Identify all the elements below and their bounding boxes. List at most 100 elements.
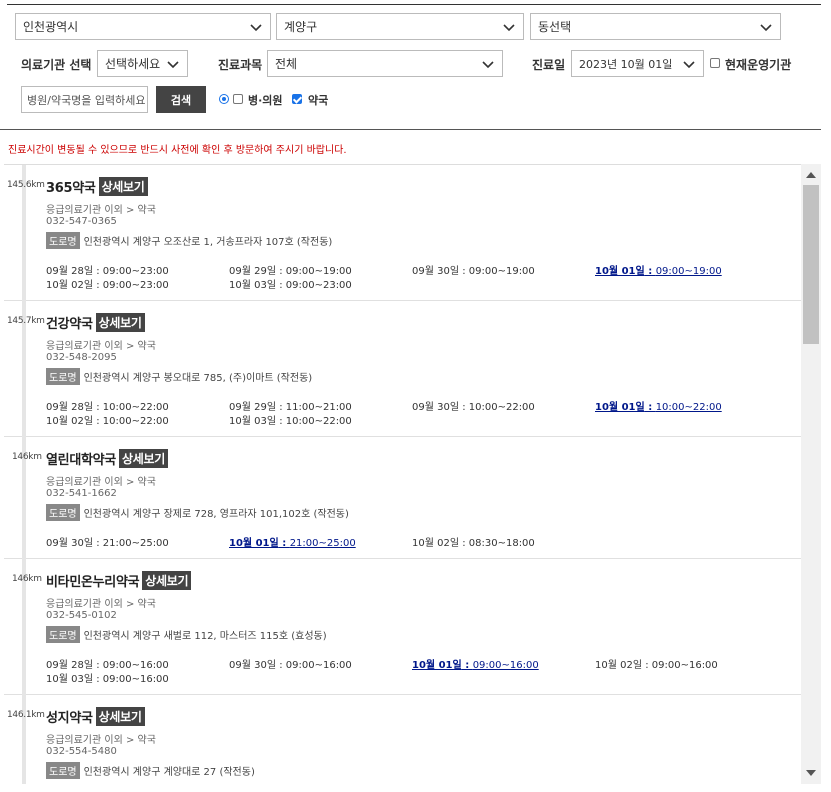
search-placeholder: 병원/약국명을 입력하세요 (27, 93, 146, 107)
detail-button[interactable]: 상세보기 (95, 313, 145, 332)
chevron-down-icon (249, 20, 263, 34)
item-title: 열린대학약국 상세보기 (46, 449, 168, 468)
dept-select[interactable]: 전체 (267, 50, 503, 77)
chevron-down-icon (759, 20, 773, 34)
address: 도로명 인천광역시 계양구 장제로 728, 영프라자 101,102호 (작전… (46, 504, 349, 521)
address-text: 인천광역시 계양구 봉오대로 785, (주)이마트 (작전동) (83, 373, 313, 384)
institution-select-value: 선택하세요 (105, 57, 161, 71)
district-select[interactable]: 계양구 (276, 13, 524, 40)
address-text: 인천광역시 계양구 계양대로 27 (작전동) (83, 767, 255, 778)
detail-button[interactable]: 상세보기 (118, 449, 168, 468)
category: 응급의료기관 이외 > 약국 (46, 477, 156, 488)
hours-entry: 10월 03일 : 10:00~22:00 (229, 416, 352, 427)
road-badge: 도로명 (46, 368, 80, 385)
dept-select-value: 전체 (275, 57, 298, 71)
hours-entry: 10월 02일 : 09:00~16:00 (595, 660, 718, 671)
road-badge: 도로명 (46, 504, 80, 521)
phone: 032-541-1662 (46, 488, 117, 499)
date-select-value: 2023년 10월 01일 (579, 57, 673, 71)
hours-entry-today[interactable]: 10월 01일 : 09:00~19:00 (595, 262, 722, 277)
search-input[interactable]: 병원/약국명을 입력하세요 (21, 86, 148, 113)
road-badge: 도로명 (46, 232, 80, 249)
operating-label: 현재운영기관 (725, 58, 792, 72)
operating-checkbox[interactable] (710, 58, 720, 68)
hours-entry: 09월 28일 : 10:00~22:00 (46, 402, 169, 413)
chevron-down-icon (481, 57, 495, 71)
filter-divider (0, 129, 821, 130)
list-item[interactable]: 145.6km 365약국 상세보기 응급의료기관 이외 > 약국 032-54… (4, 165, 801, 301)
address-text: 인천광역시 계양구 장제로 728, 영프라자 101,102호 (작전동) (83, 509, 349, 520)
dong-select[interactable]: 동선택 (530, 13, 781, 40)
scroll-up-arrow-icon[interactable] (806, 172, 816, 178)
hours-entry-today[interactable]: 10월 01일 : 10:00~22:00 (595, 398, 722, 413)
hospital-label: 병·의원 (248, 94, 283, 107)
category: 응급의료기관 이외 > 약국 (46, 341, 156, 352)
detail-button[interactable]: 상세보기 (98, 177, 148, 196)
distance: 146km (12, 452, 42, 462)
pharmacy-name[interactable]: 비타민온누리약국 (46, 571, 140, 590)
address-text: 인천광역시 계양구 오조산로 1, 거송프라자 107호 (작전동) (83, 237, 333, 248)
pharmacy-name[interactable]: 열린대학약국 (46, 449, 116, 468)
detail-button[interactable]: 상세보기 (95, 707, 145, 726)
hours-entry: 10월 02일 : 09:00~23:00 (46, 280, 169, 291)
hours-entry: 09월 29일 : 09:00~19:00 (229, 266, 352, 277)
address-text: 인천광역시 계양구 새벌로 112, 마스터즈 115호 (효성동) (83, 631, 327, 642)
type-radio[interactable] (219, 94, 229, 104)
list-item[interactable]: 145.7km 건강약국 상세보기 응급의료기관 이외 > 약국 032-548… (4, 301, 801, 437)
hours-entry-today[interactable]: 10월 01일 : 21:00~25:00 (229, 534, 356, 549)
hours-entry: 09월 30일 : 10:00~22:00 (412, 402, 535, 413)
distance: 146km (12, 574, 42, 584)
address: 도로명 인천광역시 계양구 계양대로 27 (작전동) (46, 762, 255, 779)
scroll-down-arrow-icon[interactable] (806, 770, 816, 776)
hours-entry: 09월 30일 : 09:00~19:00 (412, 266, 535, 277)
result-list[interactable]: 145.6km 365약국 상세보기 응급의료기관 이외 > 약국 032-54… (4, 164, 801, 784)
pharmacy-name[interactable]: 성지약국 (46, 707, 93, 726)
pharmacy-label: 약국 (308, 94, 329, 107)
phone: 032-547-0365 (46, 216, 117, 227)
road-badge: 도로명 (46, 626, 80, 643)
date-select[interactable]: 2023년 10월 01일 (571, 50, 704, 77)
notice-text: 진료시간이 변동될 수 있으므로 반드시 사전에 확인 후 방문하여 주시기 바… (8, 145, 347, 156)
hours-entry: 10월 02일 : 08:30~18:00 (412, 538, 535, 549)
hours-entry: 09월 30일 : 21:00~25:00 (46, 538, 169, 549)
pharmacy-name[interactable]: 건강약국 (46, 313, 93, 332)
list-item[interactable]: 146.1km 성지약국 상세보기 응급의료기관 이외 > 약국 032-554… (4, 695, 801, 784)
category: 응급의료기관 이외 > 약국 (46, 735, 156, 746)
phone: 032-554-5480 (46, 746, 117, 757)
distance: 146.1km (7, 710, 45, 720)
chevron-down-icon (502, 20, 516, 34)
city-select[interactable]: 인천광역시 (15, 13, 271, 40)
chevron-down-icon (682, 57, 696, 71)
dept-label: 진료과목 (218, 58, 263, 72)
dong-select-value: 동선택 (538, 20, 572, 34)
district-select-value: 계양구 (284, 20, 318, 34)
list-scrollbar[interactable] (801, 164, 821, 784)
date-label: 진료일 (532, 58, 566, 72)
hours-entry: 09월 29일 : 11:00~21:00 (229, 402, 352, 413)
address: 도로명 인천광역시 계양구 새벌로 112, 마스터즈 115호 (효성동) (46, 626, 327, 643)
item-title: 비타민온누리약국 상세보기 (46, 571, 192, 590)
hours-entry: 10월 02일 : 10:00~22:00 (46, 416, 169, 427)
phone: 032-548-2095 (46, 352, 117, 363)
list-item[interactable]: 146km 열린대학약국 상세보기 응급의료기관 이외 > 약국 032-541… (4, 437, 801, 559)
pharmacy-checkbox[interactable] (292, 94, 302, 104)
hours-entry-today[interactable]: 10월 01일 : 09:00~16:00 (412, 656, 539, 671)
scroll-thumb[interactable] (803, 185, 819, 344)
item-title: 건강약국 상세보기 (46, 313, 145, 332)
list-item[interactable]: 146km 비타민온누리약국 상세보기 응급의료기관 이외 > 약국 032-5… (4, 559, 801, 695)
item-title: 365약국 상세보기 (46, 177, 148, 196)
detail-button[interactable]: 상세보기 (142, 571, 192, 590)
timeline-line (22, 695, 26, 784)
pharmacy-name[interactable]: 365약국 (46, 177, 96, 196)
search-button[interactable]: 검색 (156, 86, 206, 113)
top-divider (7, 4, 821, 5)
hours-entry: 09월 30일 : 09:00~16:00 (229, 660, 352, 671)
address: 도로명 인천광역시 계양구 오조산로 1, 거송프라자 107호 (작전동) (46, 232, 332, 249)
hospital-checkbox[interactable] (233, 94, 243, 104)
institution-select[interactable]: 선택하세요 (97, 50, 188, 77)
chevron-down-icon (166, 57, 180, 71)
item-title: 성지약국 상세보기 (46, 707, 145, 726)
category: 응급의료기관 이외 > 약국 (46, 599, 156, 610)
hours-entry: 10월 03일 : 09:00~23:00 (229, 280, 352, 291)
distance: 145.7km (7, 316, 45, 326)
